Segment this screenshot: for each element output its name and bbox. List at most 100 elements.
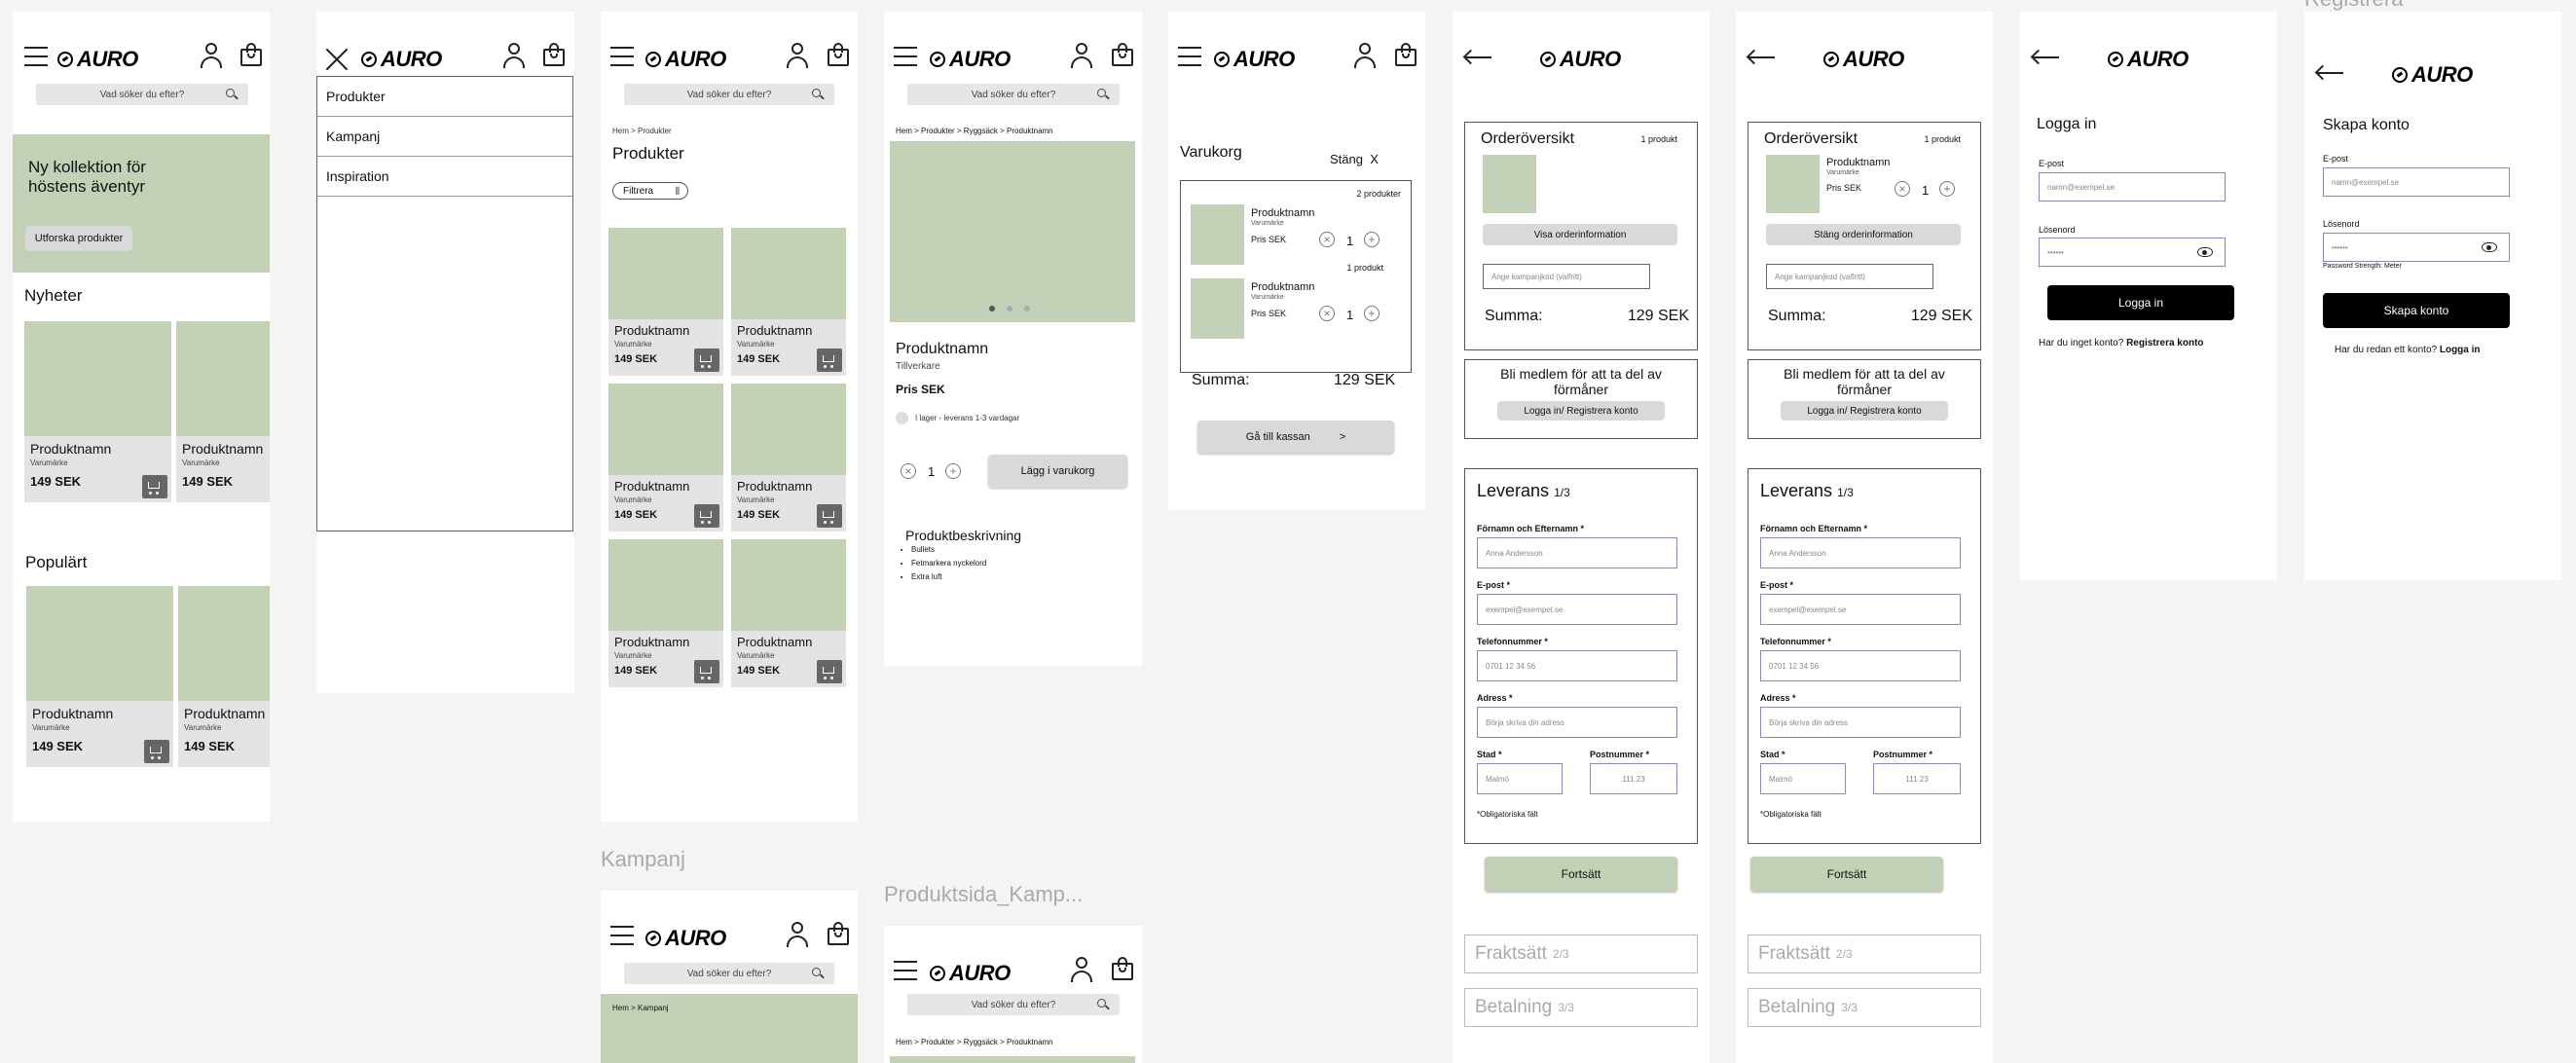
menu-item-products[interactable]: Produkter — [317, 77, 572, 117]
close-cart-button[interactable]: Stäng X — [1330, 152, 1379, 166]
email-field[interactable]: namn@exempel.se — [2323, 167, 2510, 197]
city-field[interactable]: Malmö — [1760, 763, 1846, 794]
cart-bag-icon[interactable] — [240, 43, 262, 66]
cart-bag-icon[interactable] — [828, 43, 849, 66]
cart-bag-icon[interactable] — [543, 43, 565, 66]
hamburger-menu-icon[interactable] — [1178, 47, 1201, 73]
cart-item-image[interactable] — [1191, 278, 1244, 339]
back-arrow-icon[interactable] — [2316, 72, 2343, 74]
product-card[interactable]: Produktnamn Varumärke 149 SEK — [608, 539, 723, 687]
phone-field[interactable]: 0701 12 34 56 — [1477, 650, 1677, 681]
continue-button[interactable]: Fortsätt — [1485, 857, 1677, 892]
login-button[interactable]: Logga in — [2047, 285, 2234, 320]
email-field[interactable]: namn@exempel.se — [2039, 172, 2226, 202]
account-icon[interactable] — [1071, 957, 1092, 982]
login-register-button[interactable]: Logga in/ Registrera konto — [1497, 401, 1665, 421]
add-to-cart-icon[interactable] — [694, 660, 719, 683]
account-icon[interactable] — [1354, 43, 1376, 68]
login-link[interactable]: Logga in — [2440, 345, 2481, 355]
remove-item-icon[interactable]: × — [1895, 181, 1910, 197]
auro-logo[interactable]: AURO — [645, 47, 726, 72]
add-to-cart-icon[interactable] — [817, 348, 842, 372]
product-card[interactable]: Produktnamn Varumärke 149 SEK — [731, 384, 846, 532]
checkout-button[interactable]: Gå till kassan > — [1197, 421, 1394, 454]
shipping-step[interactable]: Fraktsätt 2/3 — [1748, 935, 1981, 973]
search-input[interactable]: Vad söker du efter? — [907, 84, 1120, 105]
search-input[interactable]: Vad söker du efter? — [624, 963, 834, 984]
cart-bag-icon[interactable] — [1112, 43, 1133, 66]
password-field[interactable]: •••••• — [2323, 233, 2510, 262]
payment-step[interactable]: Betalning 3/3 — [1748, 988, 1981, 1027]
add-to-cart-icon[interactable] — [142, 475, 167, 498]
cart-bag-icon[interactable] — [828, 922, 849, 945]
address-field[interactable]: Börja skriva din adress — [1760, 707, 1961, 738]
product-card[interactable]: Produktnamn Varumärke 149 SEK — [26, 586, 173, 767]
back-arrow-icon[interactable] — [1464, 56, 1491, 58]
search-input[interactable]: Vad söker du efter? — [907, 994, 1120, 1015]
auro-logo[interactable]: AURO — [930, 961, 1011, 986]
name-field[interactable]: Anna Andersson — [1477, 537, 1677, 568]
show-order-info-button[interactable]: Visa orderinformation — [1483, 224, 1677, 245]
back-arrow-icon[interactable] — [2032, 56, 2059, 58]
close-icon[interactable] — [324, 47, 350, 72]
increase-qty-icon[interactable]: + — [945, 463, 961, 479]
hamburger-menu-icon[interactable] — [610, 47, 634, 73]
account-icon[interactable] — [503, 43, 525, 68]
phone-field[interactable]: 0701 12 34 56 — [1760, 650, 1961, 681]
auro-logo[interactable]: AURO — [1823, 47, 1904, 72]
continue-button[interactable]: Fortsätt — [1750, 857, 1943, 892]
search-icon[interactable] — [1097, 999, 1106, 1008]
account-icon[interactable] — [787, 43, 808, 68]
increase-qty-icon[interactable]: + — [1939, 181, 1955, 197]
cart-bag-icon[interactable] — [1112, 957, 1133, 980]
address-field[interactable]: Börja skriva din adress — [1477, 707, 1677, 738]
auro-logo[interactable]: AURO — [2108, 47, 2189, 72]
product-card[interactable]: Produktnamn Varumärke 149 SEK — [731, 539, 846, 687]
breadcrumb[interactable]: Hem > Produkter > Ryggsäck > Produktnamn — [896, 127, 1053, 135]
zip-field[interactable]: 111 23 — [1590, 763, 1677, 794]
product-card[interactable]: Produktnamn Varumärke 149 SEK — [24, 321, 171, 502]
search-icon[interactable] — [812, 968, 821, 976]
decrease-qty-icon[interactable]: × — [901, 463, 916, 479]
email-field[interactable]: exempel@exempel.se — [1477, 594, 1677, 625]
product-card[interactable]: Produktnamn Varumärke 149 SEK — [608, 228, 723, 376]
carousel-dots[interactable] — [983, 299, 1036, 316]
menu-item-campaign[interactable]: Kampanj — [317, 117, 572, 157]
auro-logo[interactable]: AURO — [361, 47, 442, 72]
show-password-icon[interactable] — [2482, 242, 2497, 252]
auro-logo[interactable]: AURO — [1540, 47, 1621, 72]
auro-logo[interactable]: AURO — [930, 47, 1011, 72]
add-to-cart-icon[interactable] — [817, 660, 842, 683]
account-icon[interactable] — [1071, 43, 1092, 68]
zip-field[interactable]: 111 23 — [1873, 763, 1961, 794]
create-account-button[interactable]: Skapa konto — [2323, 293, 2510, 328]
breadcrumb[interactable]: Hem > Produkter — [612, 127, 672, 135]
search-input[interactable]: Vad söker du efter? — [624, 84, 834, 105]
product-card[interactable]: Produktnamn Varumärke 149 SEK — [176, 321, 270, 502]
remove-item-icon[interactable]: × — [1319, 232, 1335, 247]
auro-logo[interactable]: AURO — [2392, 62, 2473, 88]
shipping-step[interactable]: Fraktsätt 2/3 — [1464, 935, 1698, 973]
promo-code-input[interactable]: Ange kampanjkod (valfritt) — [1483, 264, 1650, 289]
add-to-cart-icon[interactable] — [817, 504, 842, 528]
remove-item-icon[interactable]: × — [1319, 306, 1335, 321]
payment-step[interactable]: Betalning 3/3 — [1464, 988, 1698, 1027]
account-icon[interactable] — [201, 43, 222, 68]
search-input[interactable]: Vad söker du efter? — [36, 84, 248, 105]
breadcrumb[interactable]: Hem > Kampanj — [612, 1004, 669, 1012]
register-link[interactable]: Registrera konto — [2126, 338, 2203, 348]
increase-qty-icon[interactable]: + — [1364, 306, 1380, 321]
email-field[interactable]: exempel@exempel.se — [1760, 594, 1961, 625]
add-to-cart-button[interactable]: Lägg i varukorg — [988, 455, 1127, 488]
cart-item-image[interactable] — [1191, 204, 1244, 265]
close-order-info-button[interactable]: Stäng orderinformation — [1766, 224, 1961, 245]
product-card[interactable]: Produktnamn Varumärke 149 SEK — [608, 384, 723, 532]
product-card[interactable]: Produktnamn Varumärke 149 SEK — [178, 586, 270, 767]
city-field[interactable]: Malmö — [1477, 763, 1563, 794]
auro-logo[interactable]: AURO — [57, 47, 138, 72]
explore-products-button[interactable]: Utforska produkter — [25, 226, 132, 251]
back-arrow-icon[interactable] — [1748, 56, 1775, 58]
add-to-cart-icon[interactable] — [144, 740, 169, 763]
show-password-icon[interactable] — [2197, 247, 2213, 257]
hamburger-menu-icon[interactable] — [894, 961, 917, 987]
